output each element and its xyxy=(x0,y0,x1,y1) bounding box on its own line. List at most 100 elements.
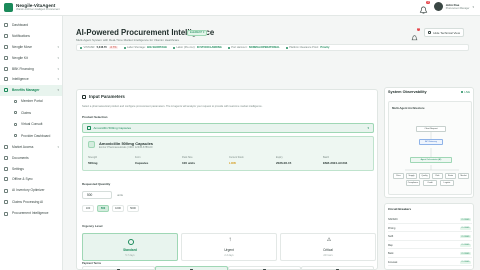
observability-title: System Observability xyxy=(388,90,427,94)
alert-icon: ⚠ xyxy=(326,237,332,243)
agent-node-quality[interactable]: Quality xyxy=(419,173,430,179)
payment-option-2[interactable] xyxy=(155,266,228,270)
circuit-breaker-state: CLOSED xyxy=(459,226,471,230)
sidebar-item-nexgile-move[interactable]: Nexgile Move ▾ xyxy=(0,42,62,53)
status-value: NORMAL/OPERATIONAL xyxy=(248,46,280,49)
status-item: Port Harcourt: NORMAL/OPERATIONAL xyxy=(227,46,280,49)
circuit-breaker-row: Swift CLOSED xyxy=(388,234,472,241)
sidebar-item-member-portal[interactable]: Member Portal xyxy=(0,96,62,108)
sidebar-item-documents[interactable]: Documents xyxy=(0,152,62,163)
sidebar-item-bbk-financing[interactable]: BBK Financing ▾ xyxy=(0,63,62,74)
product-field: Form Capsules xyxy=(135,156,182,165)
portal-icon xyxy=(14,99,17,103)
avatar[interactable] xyxy=(433,2,443,11)
user-info[interactable]: John Doe Procurement Manager xyxy=(446,3,470,10)
product-select[interactable]: Amoxicillin 500mg Capsules ▾ xyxy=(82,123,374,133)
sidebar-item-dashboard[interactable]: Dashboard xyxy=(0,20,62,31)
chevron-down-icon: ▾ xyxy=(57,77,59,82)
node-api-gateway[interactable]: API Gateway xyxy=(419,139,443,145)
urgency-option-standard[interactable]: Standard 5-7 days xyxy=(82,233,178,261)
live-label: LIVE xyxy=(464,90,470,94)
sidebar-item-label: Notifications xyxy=(12,34,30,39)
sidebar-item-label: Procurement Intelligence xyxy=(12,210,49,215)
quantity-preset-button[interactable]: 5000 xyxy=(127,205,139,212)
node-client-request[interactable]: Client Request xyxy=(416,126,446,132)
urgency-option-critical[interactable]: ⚠ Critical 24 hours xyxy=(280,233,376,261)
sidebar-item-label: Market Access xyxy=(12,144,34,149)
sidebar-item-claims-processing-ai[interactable]: Claims Processing AI xyxy=(0,197,62,208)
architecture-diagram: Multi-Agent Architecture Client Request … xyxy=(388,101,472,195)
circuit-breaker-state: CLOSED xyxy=(459,252,471,256)
agent-node-price[interactable]: Price xyxy=(393,173,404,179)
sidebar-item-intelligence[interactable]: Intelligence ▾ xyxy=(0,74,62,85)
sidebar-item-benefits-manager[interactable]: Benefits Manager ▾ xyxy=(0,84,62,96)
sidebar-item-label: Provider Dashboard xyxy=(21,133,51,138)
chevron-down-icon: ▾ xyxy=(57,55,59,60)
status-value: IN STOCK/LANDING xyxy=(196,46,222,49)
notifications-button[interactable]: 3 xyxy=(419,1,430,14)
sidebar-item-provider-dashboard[interactable]: Provider Dashboard xyxy=(0,130,62,142)
bell-icon xyxy=(419,6,427,14)
urgency-title: Critical xyxy=(323,248,333,252)
hide-technical-view-button[interactable]: Hide Technical View xyxy=(424,28,464,37)
brand-logo[interactable] xyxy=(4,3,13,12)
circuit-breakers-title: Circuit Breakers xyxy=(388,207,412,211)
status-value: 5,346.70 xyxy=(96,46,107,49)
urgency-subtitle: 2-3 days xyxy=(224,253,234,257)
product-field-label: Form xyxy=(135,156,141,159)
circuit-breaker-state: CLOSED xyxy=(459,218,471,222)
payment-option-1[interactable] xyxy=(82,266,155,270)
product-field: Batch EMZ-2024-AC234 xyxy=(323,156,370,165)
sidebar-item-virtual-consult[interactable]: Virtual Consult xyxy=(0,119,62,131)
node-orchestrator[interactable]: Agent Orchestrator (AI) xyxy=(410,157,452,163)
bell-icon xyxy=(4,34,8,39)
agent-node-market[interactable]: Market xyxy=(458,173,469,179)
quantity-preset-button[interactable]: 1000 xyxy=(112,205,124,212)
quantity-presets: 100 500 1000 5000 xyxy=(82,205,142,212)
product-name: Amoxicillin 500mg Capsules xyxy=(99,140,154,146)
payment-option-3[interactable] xyxy=(228,266,301,270)
urgency-subtitle: 24 hours xyxy=(323,253,333,257)
payment-option-4[interactable] xyxy=(301,266,374,270)
quantity-preset-button[interactable]: 500 xyxy=(97,205,109,212)
circuit-breaker-state: CLOSED xyxy=(459,260,471,264)
agent-node-credit[interactable]: Credit xyxy=(423,180,437,186)
market-icon xyxy=(4,144,8,149)
agent-node-risk[interactable]: Risk xyxy=(432,173,443,179)
product-field-value: Capsules xyxy=(135,160,149,165)
bell-icon xyxy=(411,35,418,41)
agent-node-route[interactable]: Route xyxy=(445,173,456,179)
header-notifications-button[interactable]: 1 xyxy=(411,28,421,41)
chevron-down-icon[interactable]: ▾ xyxy=(472,5,474,9)
product-field: Expiry 2026-06-15 xyxy=(276,156,323,165)
sidebar-item-claims[interactable]: Claims xyxy=(0,107,62,119)
input-parameters-card: Input Parameters Select a pharmaceutical… xyxy=(76,89,378,270)
claims-ai-icon xyxy=(4,200,8,205)
quantity-input[interactable]: 500 xyxy=(82,191,112,199)
status-value: Priority xyxy=(320,46,330,49)
sidebar-item-market-access[interactable]: Market Access ▾ xyxy=(0,142,62,153)
sidebar-item-ai-inventory-optimizer[interactable]: AI Inventory Optimizer xyxy=(0,185,62,197)
product-detail-panel: Amoxicillin 500mg Capsules Emzor Pharmac… xyxy=(82,136,374,171)
main-content: AI-Powered Procurement Intelligence ELEM… xyxy=(63,16,480,270)
status-strip: VISTASR: 5,346.70 -0.7% Labor Shortage: BIG … xyxy=(76,44,469,51)
sidebar-item-nexgile-kit[interactable]: Nexgile Kit ▾ xyxy=(0,52,62,63)
circuit-breaker-row: Bank CLOSED xyxy=(388,251,472,258)
quantity-preset-button[interactable]: 100 xyxy=(82,205,94,212)
circuit-breaker-name: Pricing xyxy=(388,226,396,230)
sidebar-item-offline-sync[interactable]: Offline & Sync xyxy=(0,174,62,185)
sidebar-item-settings[interactable]: Settings xyxy=(0,163,62,174)
circuit-breaker-row: Map CLOSED xyxy=(388,243,472,249)
status-label: Port Harcourt: xyxy=(231,46,248,49)
urgency-title: Standard xyxy=(123,248,137,252)
inventory-icon xyxy=(4,188,8,193)
urgency-options: Standard 5-7 days ↑ Urgent 2-3 days ⚠ Critical… xyxy=(82,233,376,261)
chevron-down-icon: ▾ xyxy=(367,126,369,130)
agent-node-logistic[interactable]: Logistic xyxy=(440,180,454,186)
product-field-value: 100 units xyxy=(182,160,196,165)
agent-node-supply[interactable]: Supply xyxy=(406,173,417,179)
sidebar-item-notifications[interactable]: Notifications xyxy=(0,31,62,42)
sidebar-item-procurement-intelligence[interactable]: Procurement Intelligence xyxy=(0,208,62,220)
urgency-option-urgent[interactable]: ↑ Urgent 2-3 days xyxy=(181,233,277,261)
agent-node-compliance[interactable]: Compliance xyxy=(406,180,420,186)
